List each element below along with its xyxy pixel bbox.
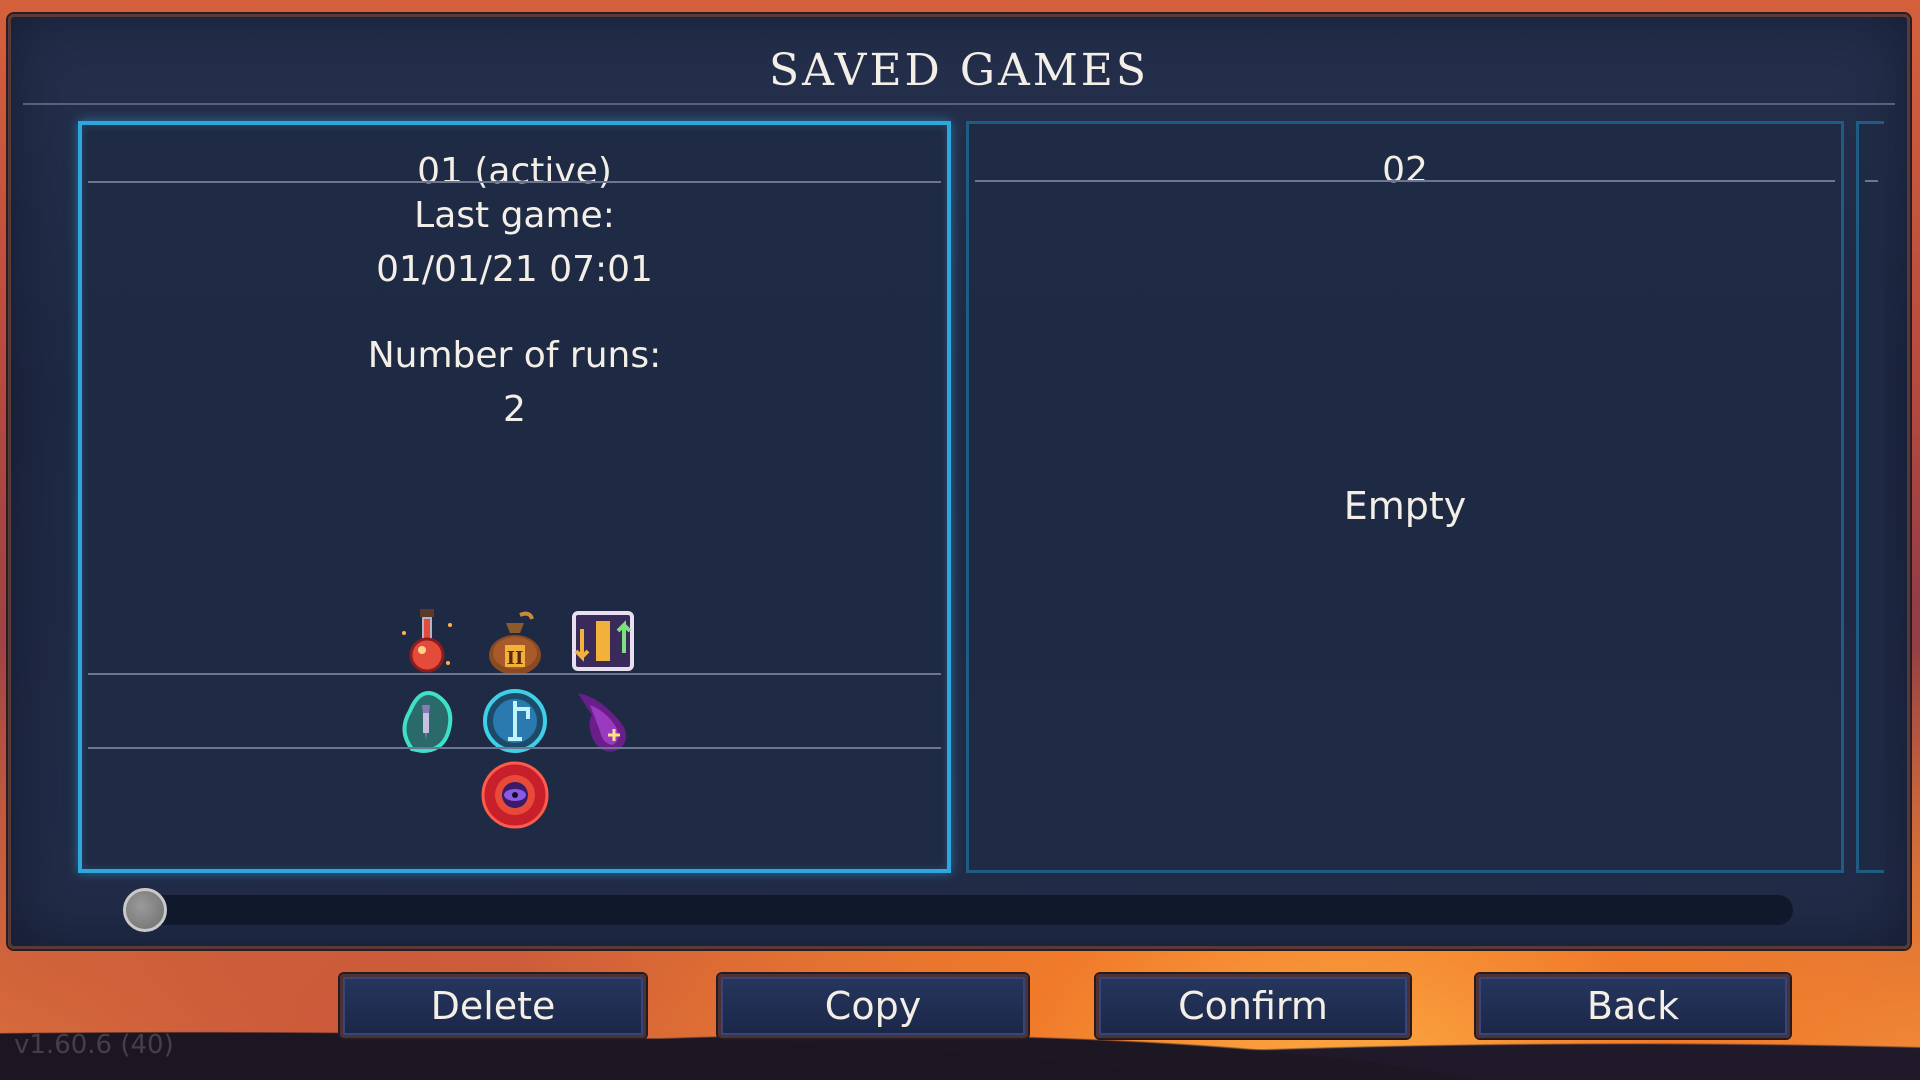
slot-header: 02	[1382, 150, 1428, 191]
runs-value: 2	[503, 389, 526, 430]
back-button[interactable]: Back	[1476, 974, 1790, 1038]
scrollbar-thumb[interactable]	[123, 888, 167, 932]
save-slot-01[interactable]: 01 (active) Last game: 01/01/21 07:01 Nu…	[78, 121, 951, 873]
icon-divider-2	[88, 747, 941, 749]
version-label: v1.60.6 (40)	[14, 1030, 174, 1060]
last-game-label: Last game:	[414, 195, 615, 236]
svg-text:II: II	[506, 648, 523, 669]
slots-scrollbar[interactable]	[123, 888, 1793, 932]
icon-divider-1	[88, 673, 941, 675]
icon-row-2	[82, 681, 947, 761]
slot-header-divider	[975, 180, 1835, 182]
slot-header-divider	[1865, 180, 1878, 182]
panel-title: SAVED GAMES	[768, 45, 1150, 96]
rune-crystal-icon	[402, 691, 452, 754]
icon-row-1: II	[82, 603, 947, 683]
potion-icon	[401, 609, 452, 673]
red-eye-orb-icon	[481, 761, 548, 829]
confirm-button[interactable]: Confirm	[1096, 974, 1410, 1038]
copy-button[interactable]: Copy	[718, 974, 1028, 1038]
slot-empty-label: Empty	[1343, 484, 1467, 528]
save-slot-03-partial[interactable]	[1856, 121, 1884, 873]
last-game-value: 01/01/21 07:01	[376, 249, 653, 290]
title-divider	[23, 103, 1895, 105]
purple-flame-icon	[577, 693, 626, 752]
teleport-rune-icon	[482, 689, 547, 753]
runs-label: Number of runs:	[367, 335, 662, 376]
icon-row-3	[82, 755, 947, 835]
saved-games-panel: SAVED GAMES 01 (active) Last game: 01/01…	[8, 14, 1910, 949]
save-slot-02[interactable]: 02 Empty	[966, 121, 1844, 873]
gold-bag-icon: II	[488, 611, 541, 675]
delete-button[interactable]: Delete	[340, 974, 646, 1038]
slot-header-divider	[88, 181, 941, 183]
slot-header: 01 (active)	[417, 151, 612, 192]
swap-upgrade-icon	[571, 611, 634, 671]
